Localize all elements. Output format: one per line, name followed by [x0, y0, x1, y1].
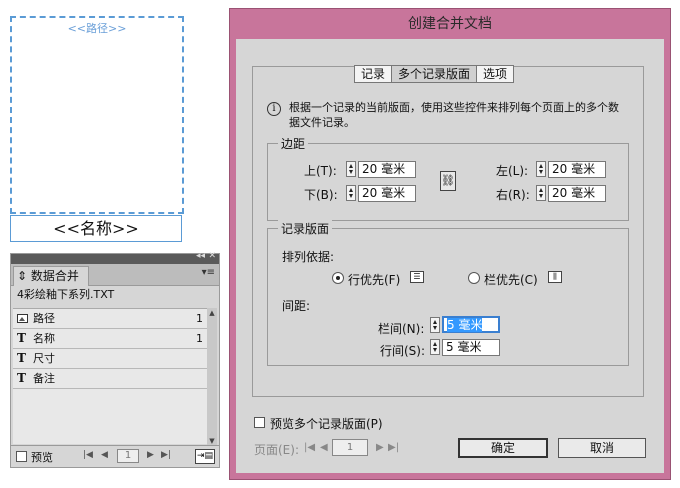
- page-label: 页面(E):: [254, 443, 299, 457]
- next-record-icon[interactable]: ▶: [147, 450, 154, 460]
- row-first-label: 行优先(F): [348, 273, 401, 287]
- list-item[interactable]: T 备注: [13, 369, 207, 389]
- panel-footer: 预览 |◀ ◀ 1 ▶ ▶| ⇥▤: [11, 445, 219, 467]
- bottom-margin-spinner[interactable]: [346, 185, 356, 201]
- tab-arrows-icon: ⇕: [17, 269, 28, 283]
- preview-checkbox[interactable]: [16, 451, 27, 462]
- row-gap-field[interactable]: 5 毫米: [442, 339, 500, 356]
- top-margin-label: 上(T):: [304, 164, 337, 178]
- create-merged-document-button[interactable]: ⇥▤: [195, 449, 215, 464]
- left-margin-label: 左(L):: [496, 164, 529, 178]
- next-page-icon[interactable]: ▶: [376, 442, 384, 453]
- column-first-radio[interactable]: [468, 272, 480, 284]
- column-first-label: 栏优先(C): [484, 273, 538, 287]
- close-panel-icon[interactable]: ✕: [208, 251, 216, 261]
- field-name: 备注: [33, 372, 55, 385]
- field-count: 1: [196, 312, 203, 325]
- column-gap-label: 栏间(N):: [378, 322, 425, 336]
- image-field-icon: [17, 314, 28, 323]
- dialog-tabs: 记录 多个记录版面 选项: [354, 65, 515, 83]
- preview-layout-checkbox[interactable]: [254, 417, 265, 428]
- list-item[interactable]: 路径 1: [13, 309, 207, 329]
- page-number-field[interactable]: 1: [332, 439, 368, 456]
- dialog-title: 创建合并文档: [230, 9, 670, 39]
- arrange-by-label: 排列依据:: [282, 250, 335, 264]
- top-margin-field[interactable]: 20 毫米: [358, 161, 416, 178]
- bottom-margin-field[interactable]: 20 毫米: [358, 185, 416, 202]
- tab-data-merge-label: 数据合并: [30, 269, 79, 283]
- row-first-radio[interactable]: [332, 272, 344, 284]
- column-gap-field[interactable]: 5 毫米: [442, 316, 500, 333]
- text-field-icon: T: [17, 371, 26, 385]
- tab-data-merge[interactable]: ⇕ 数据合并: [13, 266, 89, 286]
- tab-content-group: i 根据一个记录的当前版面，使用这些控件来排列每个页面上的多个数据文件记录。 边…: [252, 66, 644, 397]
- left-margin-spinner[interactable]: [536, 161, 546, 177]
- list-item[interactable]: T 名称 1: [13, 329, 207, 349]
- record-layout-legend: 记录版面: [278, 220, 333, 237]
- list-item[interactable]: T 尺寸: [13, 349, 207, 369]
- panel-menu-icon[interactable]: ▾≡: [202, 267, 215, 278]
- dialog-border-bottom: [230, 473, 670, 479]
- path-placeholder: <<路径>>: [67, 22, 127, 35]
- data-merge-panel: ◂◂ ✕ ⇕ 数据合并 ▾≡ 4彩绘釉下系列.TXT 路径 1 T 名称 1 T…: [10, 251, 220, 468]
- bottom-margin-label: 下(B):: [304, 188, 338, 202]
- tab-records[interactable]: 记录: [354, 65, 393, 83]
- dialog-border-right: [664, 39, 670, 479]
- prev-page-icon[interactable]: ◀: [320, 442, 328, 453]
- spacing-label: 间距:: [282, 299, 311, 313]
- field-name: 尺寸: [33, 352, 55, 365]
- first-record-icon[interactable]: |◀: [83, 450, 93, 460]
- text-field-icon: T: [17, 331, 26, 345]
- column-gap-spinner[interactable]: [430, 317, 440, 333]
- field-name: 名称: [33, 332, 55, 345]
- left-margin-field[interactable]: 20 毫米: [548, 161, 606, 178]
- panel-scrollbar[interactable]: ▲ ▼: [207, 308, 217, 446]
- tab-multiple-record-layout[interactable]: 多个记录版面: [391, 65, 478, 83]
- column-gap-value: 5 毫米: [447, 318, 483, 332]
- right-margin-spinner[interactable]: [536, 185, 546, 201]
- tab-options[interactable]: 选项: [476, 65, 515, 83]
- right-margin-label: 右(R):: [496, 188, 530, 202]
- dialog-body: i 根据一个记录的当前版面，使用这些控件来排列每个页面上的多个数据文件记录。 边…: [236, 39, 664, 473]
- preview-layout-label: 预览多个记录版面(P): [270, 417, 383, 431]
- field-count: 1: [196, 332, 203, 345]
- column-first-icon: ⫼: [548, 271, 562, 283]
- collapse-panel-icon[interactable]: ◂◂: [196, 251, 205, 261]
- link-margins-icon[interactable]: ⛓: [440, 171, 456, 191]
- margins-legend: 边距: [278, 135, 309, 152]
- cancel-button[interactable]: 取消: [558, 438, 646, 458]
- top-margin-spinner[interactable]: [346, 161, 356, 177]
- last-record-icon[interactable]: ▶|: [161, 450, 171, 460]
- prev-record-icon[interactable]: ◀: [101, 450, 108, 460]
- row-gap-label: 行间(S):: [380, 344, 426, 358]
- last-page-icon[interactable]: ▶|: [388, 442, 399, 453]
- info-icon: i: [267, 102, 281, 116]
- field-name: 路径: [33, 312, 55, 325]
- first-page-icon[interactable]: |◀: [304, 442, 315, 453]
- image-frame[interactable]: <<路径>>: [10, 16, 184, 214]
- data-source-file: 4彩绘釉下系列.TXT: [17, 288, 115, 301]
- info-text: 根据一个记录的当前版面，使用这些控件来排列每个页面上的多个数据文件记录。: [289, 101, 619, 129]
- scroll-up-icon[interactable]: ▲: [207, 308, 217, 318]
- field-list: 路径 1 T 名称 1 T 尺寸 T 备注: [13, 308, 207, 444]
- create-merged-document-dialog: 创建合并文档 i 根据一个记录的当前版面，使用这些控件来排列每个页面上的多个数据…: [229, 8, 671, 480]
- margins-group: 边距 上(T): 20 毫米 下(B): 20 毫米 ⛓ 左(L): 20 毫米…: [267, 135, 629, 221]
- text-field-icon: T: [17, 351, 26, 365]
- record-layout-group: 记录版面 排列依据: 行优先(F) ☰ 栏优先(C) ⫼ 间距: 栏间(N): …: [267, 220, 629, 366]
- preview-label: 预览: [31, 451, 53, 464]
- right-margin-field[interactable]: 20 毫米: [548, 185, 606, 202]
- ok-button[interactable]: 确定: [458, 438, 548, 458]
- row-gap-spinner[interactable]: [430, 339, 440, 355]
- panel-tab-row: ⇕ 数据合并 ▾≡: [11, 264, 219, 286]
- panel-title-bar[interactable]: ◂◂ ✕: [11, 251, 219, 264]
- name-text-frame[interactable]: <<名称>>: [10, 215, 182, 242]
- record-number-field[interactable]: 1: [117, 449, 139, 463]
- row-first-icon: ☰: [410, 271, 424, 283]
